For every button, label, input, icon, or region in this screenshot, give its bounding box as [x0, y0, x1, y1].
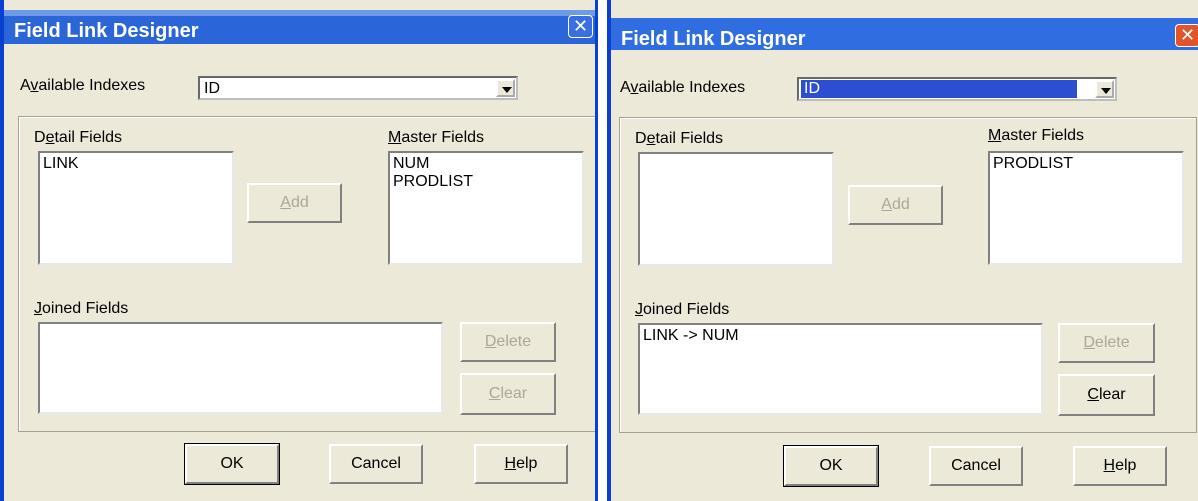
list-item[interactable]: NUM — [393, 155, 579, 173]
joined-fields-label: Joined Fields — [34, 300, 129, 317]
available-indexes-label: Available Indexes — [20, 77, 146, 94]
cancel-button[interactable]: Cancel — [929, 446, 1023, 486]
available-indexes-label: Available Indexes — [620, 79, 746, 96]
close-button[interactable]: ✕ — [568, 15, 593, 38]
close-button[interactable]: ✕ — [1175, 24, 1198, 47]
title-bar: Field Link Designer ✕ — [611, 18, 1198, 50]
add-button[interactable]: Add — [247, 183, 342, 223]
master-fields-list[interactable]: NUM PRODLIST — [388, 151, 584, 265]
joined-fields-label: Joined Fields — [635, 301, 730, 318]
detail-fields-label: Detail Fields — [34, 129, 123, 146]
ok-button[interactable]: OK — [184, 443, 280, 485]
list-item[interactable]: PRODLIST — [393, 173, 579, 191]
left-dialog: Field Link Designer ✕ Available Indexes … — [0, 0, 598, 501]
chevron-down-icon[interactable] — [496, 79, 515, 97]
available-indexes-combo[interactable]: ID — [797, 77, 1117, 101]
list-item[interactable]: LINK — [43, 155, 229, 173]
cancel-button[interactable]: Cancel — [329, 444, 423, 484]
help-button[interactable]: Help — [474, 444, 568, 484]
add-button[interactable]: Add — [848, 185, 943, 225]
joined-fields-list[interactable]: LINK -> NUM — [638, 323, 1043, 415]
close-x-icon: ✕ — [572, 16, 589, 37]
close-x-icon: ✕ — [1179, 25, 1196, 46]
available-indexes-combo[interactable]: ID — [198, 76, 518, 100]
clear-button[interactable]: Clear — [1058, 374, 1155, 416]
list-item[interactable]: LINK -> NUM — [643, 327, 1038, 345]
list-item[interactable]: PRODLIST — [993, 155, 1179, 173]
joined-fields-list[interactable] — [38, 322, 443, 414]
help-button[interactable]: Help — [1073, 446, 1167, 486]
detail-fields-label: Detail Fields — [635, 130, 724, 147]
master-fields-label: Master Fields — [388, 129, 485, 146]
ok-button[interactable]: OK — [783, 445, 879, 487]
master-fields-list[interactable]: PRODLIST — [988, 151, 1184, 265]
right-dialog: Field Link Designer ✕ Available Indexes … — [607, 0, 1198, 501]
dialog-title: Field Link Designer — [621, 28, 806, 50]
detail-fields-list[interactable] — [638, 152, 834, 266]
detail-fields-list[interactable]: LINK — [38, 151, 234, 265]
index-value: ID — [204, 80, 220, 97]
master-fields-label: Master Fields — [988, 127, 1085, 144]
title-bar: Field Link Designer ✕ — [4, 10, 595, 44]
index-value: ID — [801, 80, 1077, 98]
chevron-down-icon[interactable] — [1095, 80, 1114, 98]
delete-button[interactable]: Delete — [1058, 323, 1155, 363]
delete-button[interactable]: Delete — [460, 322, 556, 362]
dialog-title: Field Link Designer — [14, 20, 199, 42]
clear-button[interactable]: Clear — [460, 373, 556, 415]
